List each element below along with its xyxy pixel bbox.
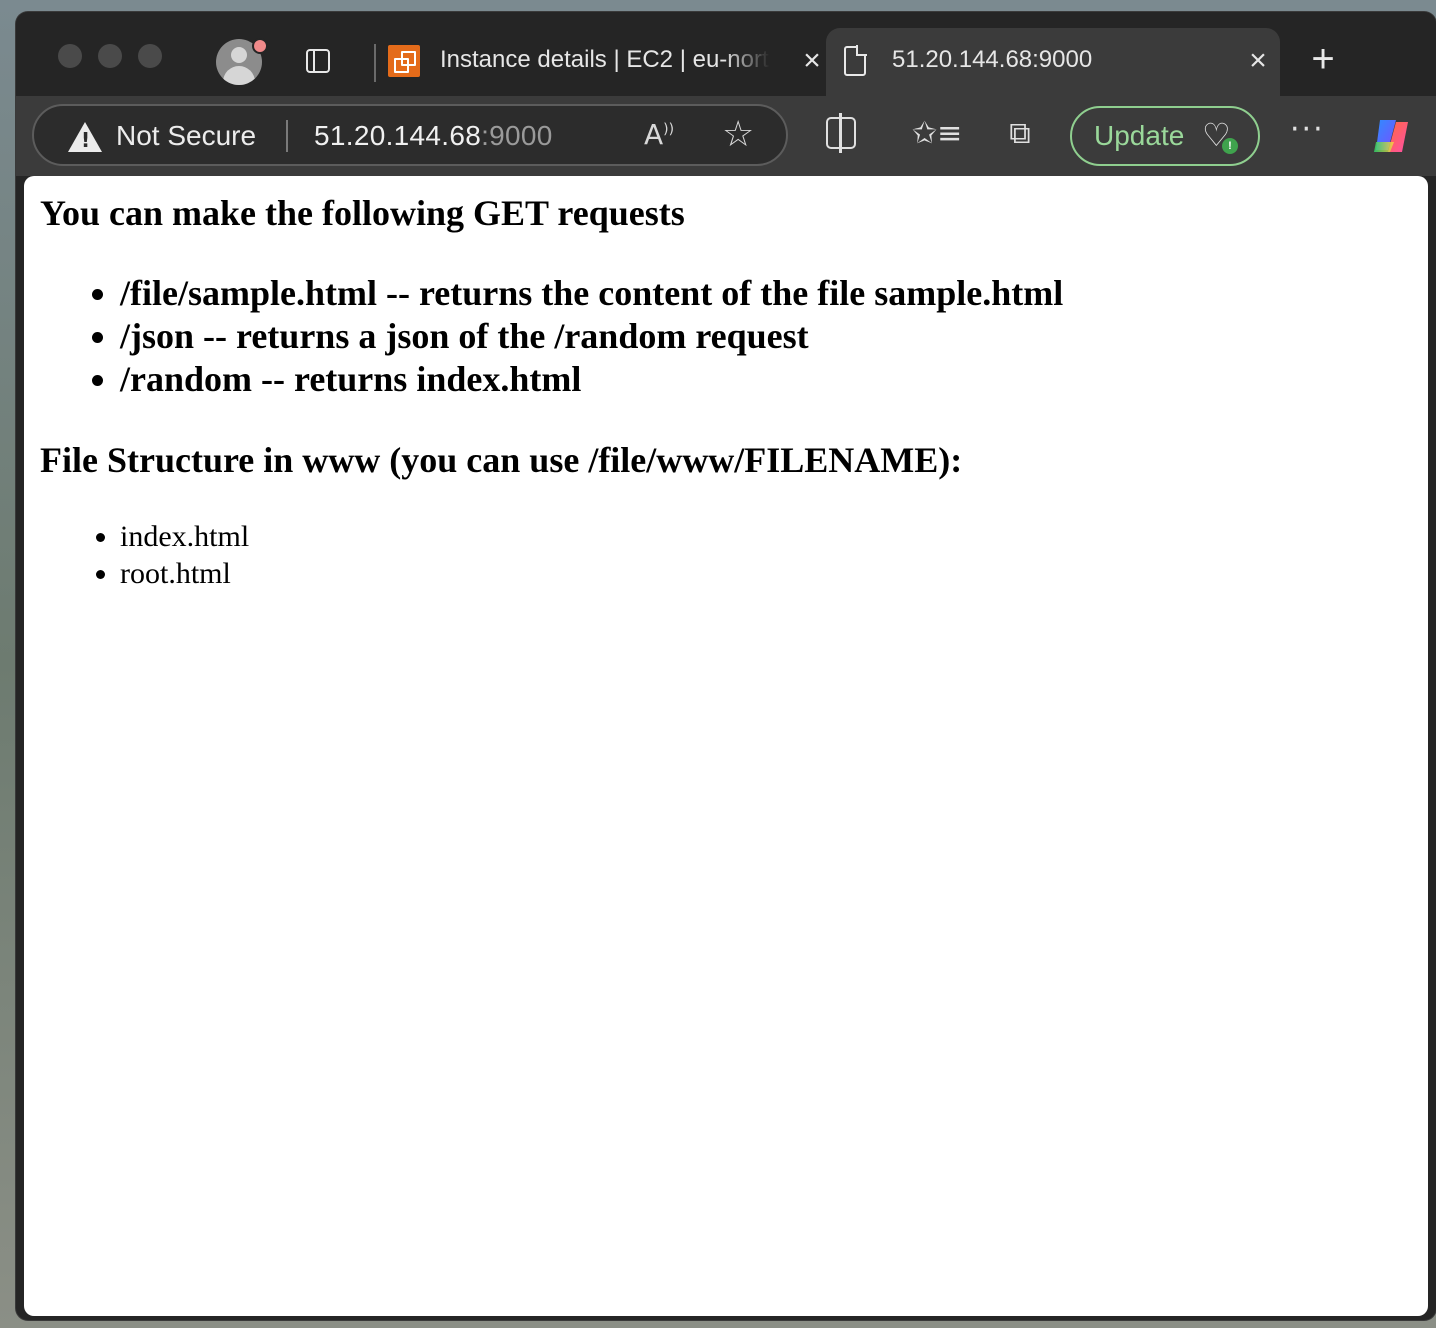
new-tab-plus-icon[interactable]: + <box>1306 39 1340 79</box>
copilot-icon[interactable] <box>1370 114 1414 158</box>
close-icon[interactable]: × <box>1246 46 1270 76</box>
aws-ec2-icon <box>388 45 420 77</box>
browser-toolbar: Not Secure 51.20.144.68:9000 A)) ☆ ✩≡ ⧉ … <box>16 96 1436 176</box>
tab-localhost-9000[interactable]: 51.20.144.68:9000 × <box>826 28 1280 96</box>
window-close-button[interactable] <box>58 44 82 68</box>
window-minimize-button[interactable] <box>98 44 122 68</box>
url-host: 51.20.144.68 <box>314 120 482 151</box>
split-screen-icon[interactable] <box>826 113 856 153</box>
update-badge-icon: ! <box>1222 138 1238 154</box>
favorites-list-icon[interactable]: ✩≡ <box>912 116 962 156</box>
vertical-tabs-icon[interactable] <box>306 49 330 73</box>
list-item: /random -- returns index.html <box>120 358 1063 401</box>
security-status[interactable]: Not Secure <box>116 120 256 152</box>
page-viewport: You can make the following GET requests … <box>24 176 1428 1316</box>
window-zoom-button[interactable] <box>138 44 162 68</box>
list-item: /json -- returns a json of the /random r… <box>120 315 1063 358</box>
update-button[interactable]: Update ♡ ! <box>1070 106 1260 166</box>
url-text[interactable]: 51.20.144.68:9000 <box>314 120 553 152</box>
collections-icon[interactable]: ⧉ <box>1000 116 1040 156</box>
address-separator <box>286 120 288 152</box>
favorite-star-icon[interactable]: ☆ <box>722 114 754 155</box>
document-icon <box>844 45 867 76</box>
file-structure-heading: File Structure in www (you can use /file… <box>40 440 963 480</box>
avatar-body <box>223 66 255 85</box>
read-aloud-icon[interactable]: A)) <box>644 118 674 151</box>
tab-strip: Instance details | EC2 | eu-north-1 × 51… <box>16 12 1436 96</box>
avatar-head <box>231 47 247 63</box>
profile-notification-badge <box>252 38 268 54</box>
list-item: index.html <box>120 518 249 555</box>
list-item: /file/sample.html -- returns the content… <box>120 272 1063 315</box>
url-port: :9000 <box>481 120 553 151</box>
close-icon[interactable]: × <box>800 46 824 76</box>
update-label: Update <box>1094 120 1185 151</box>
warning-icon[interactable] <box>68 122 102 152</box>
tab-instance-details[interactable]: Instance details | EC2 | eu-north-1 × <box>376 28 824 96</box>
requests-list: /file/sample.html -- returns the content… <box>80 272 1063 401</box>
files-list: index.html root.html <box>80 518 249 592</box>
address-bar[interactable]: Not Secure 51.20.144.68:9000 A)) ☆ <box>32 104 788 166</box>
more-options-icon[interactable]: ··· <box>1290 115 1325 145</box>
tab-title: 51.20.144.68:9000 <box>892 46 1093 73</box>
tab-title: Instance details | EC2 | eu-north-1 <box>440 46 770 73</box>
list-item: root.html <box>120 555 249 592</box>
browser-window: Instance details | EC2 | eu-north-1 × 51… <box>16 12 1436 1320</box>
requests-heading: You can make the following GET requests <box>40 193 685 233</box>
